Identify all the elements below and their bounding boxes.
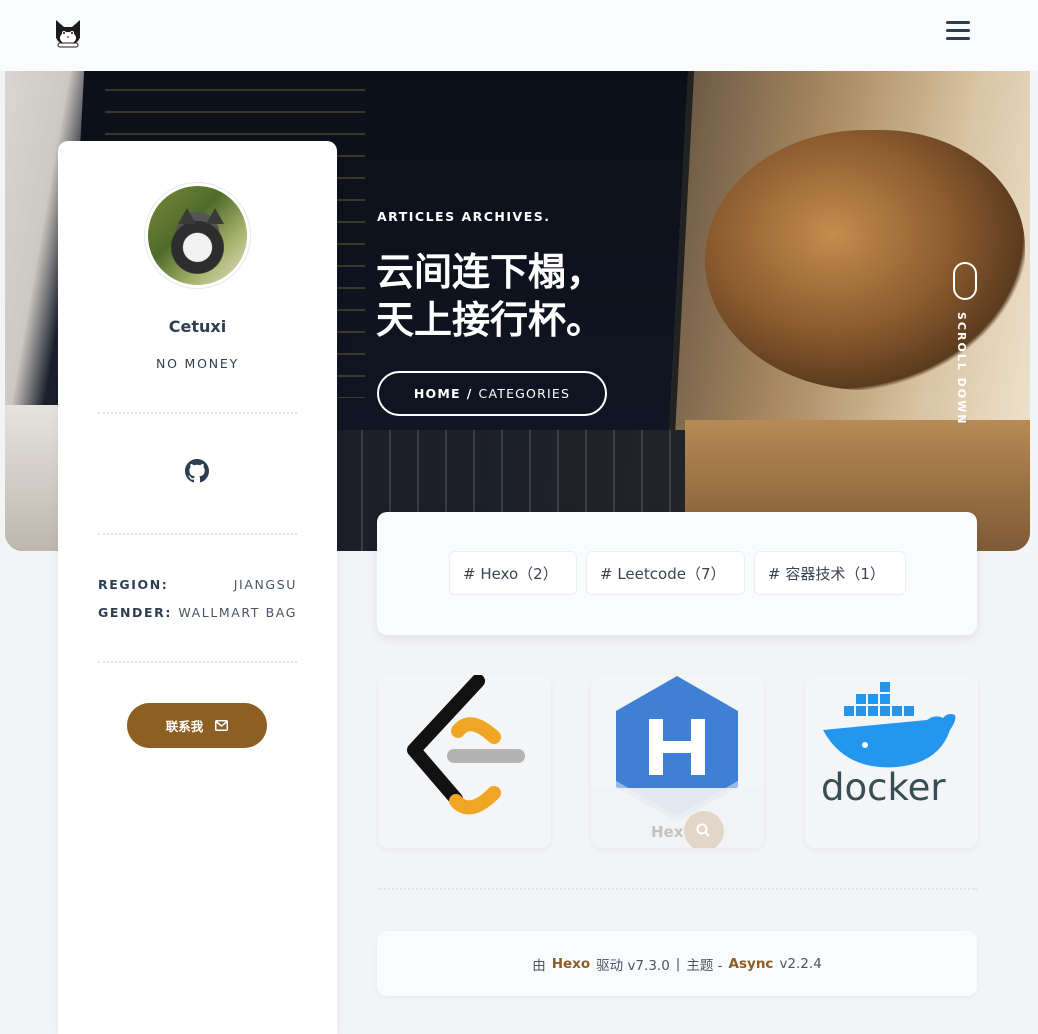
hero-title: 云间连下榻， 天上接行杯。 (376, 248, 604, 344)
info-row-region: REGION: JIANGSU (98, 577, 297, 592)
footer: 由 Hexo 驱动 v7.3.0 | 主题 - Async v2.2.4 (377, 931, 977, 996)
docker-caption: docker (821, 766, 946, 809)
docker-thumbnail[interactable]: docker (805, 675, 978, 848)
profile-name: Cetuxi (168, 317, 227, 336)
hero-kicker: ARTICLES ARCHIVES. (377, 209, 551, 224)
divider (98, 412, 297, 414)
breadcrumb: HOME / CATEGORIES (377, 371, 607, 416)
hero-title-line1: 云间连下榻， (376, 250, 605, 294)
github-icon[interactable] (185, 459, 209, 483)
footer-theme-link[interactable]: Async (729, 956, 774, 972)
categories-card: # Hexo（2） # Leetcode（7） # 容器技术（1） (377, 512, 977, 635)
top-navbar (0, 0, 1038, 71)
scroll-down-button[interactable] (953, 262, 977, 300)
hero-title-line2: 天上接行杯。 (376, 298, 605, 342)
footer-hexo-link[interactable]: Hexo (552, 956, 590, 972)
scroll-down-label: SCROLL DOWN (955, 312, 968, 426)
footer-theme-version: v2.2.4 (779, 955, 822, 972)
mail-icon (215, 720, 229, 731)
category-chip-container[interactable]: # 容器技术（1） (754, 551, 906, 595)
category-chip-leetcode[interactable]: # Leetcode（7） (586, 551, 745, 595)
breadcrumb-home[interactable]: HOME (414, 386, 461, 401)
leetcode-thumbnail[interactable] (378, 675, 551, 848)
hamburger-menu-icon[interactable] (946, 21, 970, 41)
info-key: GENDER: (98, 605, 172, 620)
footer-prefix: 由 (532, 957, 546, 974)
divider (98, 533, 297, 535)
leetcode-logo (407, 675, 525, 815)
footer-separator: | (675, 955, 681, 972)
breadcrumb-current: CATEGORIES (478, 386, 571, 401)
breadcrumb-separator: / (466, 386, 473, 401)
docker-logo: docker (821, 680, 956, 809)
profile-card: Cetuxi NO MONEY REGION: JIANGSU GENDER: … (58, 141, 337, 1034)
category-chip-hexo[interactable]: # Hexo（2） (449, 551, 577, 595)
divider (377, 888, 977, 890)
hexo-thumbnail[interactable]: Hexo (591, 675, 764, 848)
contact-label: 联系我 (165, 719, 204, 734)
info-value: WALLMART BAG (178, 605, 297, 620)
divider (98, 661, 297, 663)
footer-theme-prefix: 主题 - (686, 957, 723, 974)
info-value: JIANGSU (233, 577, 297, 592)
hexo-logo: Hexo (591, 676, 764, 848)
contact-button[interactable]: 联系我 (127, 703, 267, 748)
cat-face-icon[interactable] (52, 16, 84, 48)
info-key: REGION: (98, 577, 169, 592)
profile-tagline: NO MONEY (155, 356, 240, 371)
avatar (145, 183, 250, 288)
footer-engine-version: 驱动 v7.3.0 (596, 957, 670, 974)
info-row-gender: GENDER: WALLMART BAG (98, 605, 297, 620)
